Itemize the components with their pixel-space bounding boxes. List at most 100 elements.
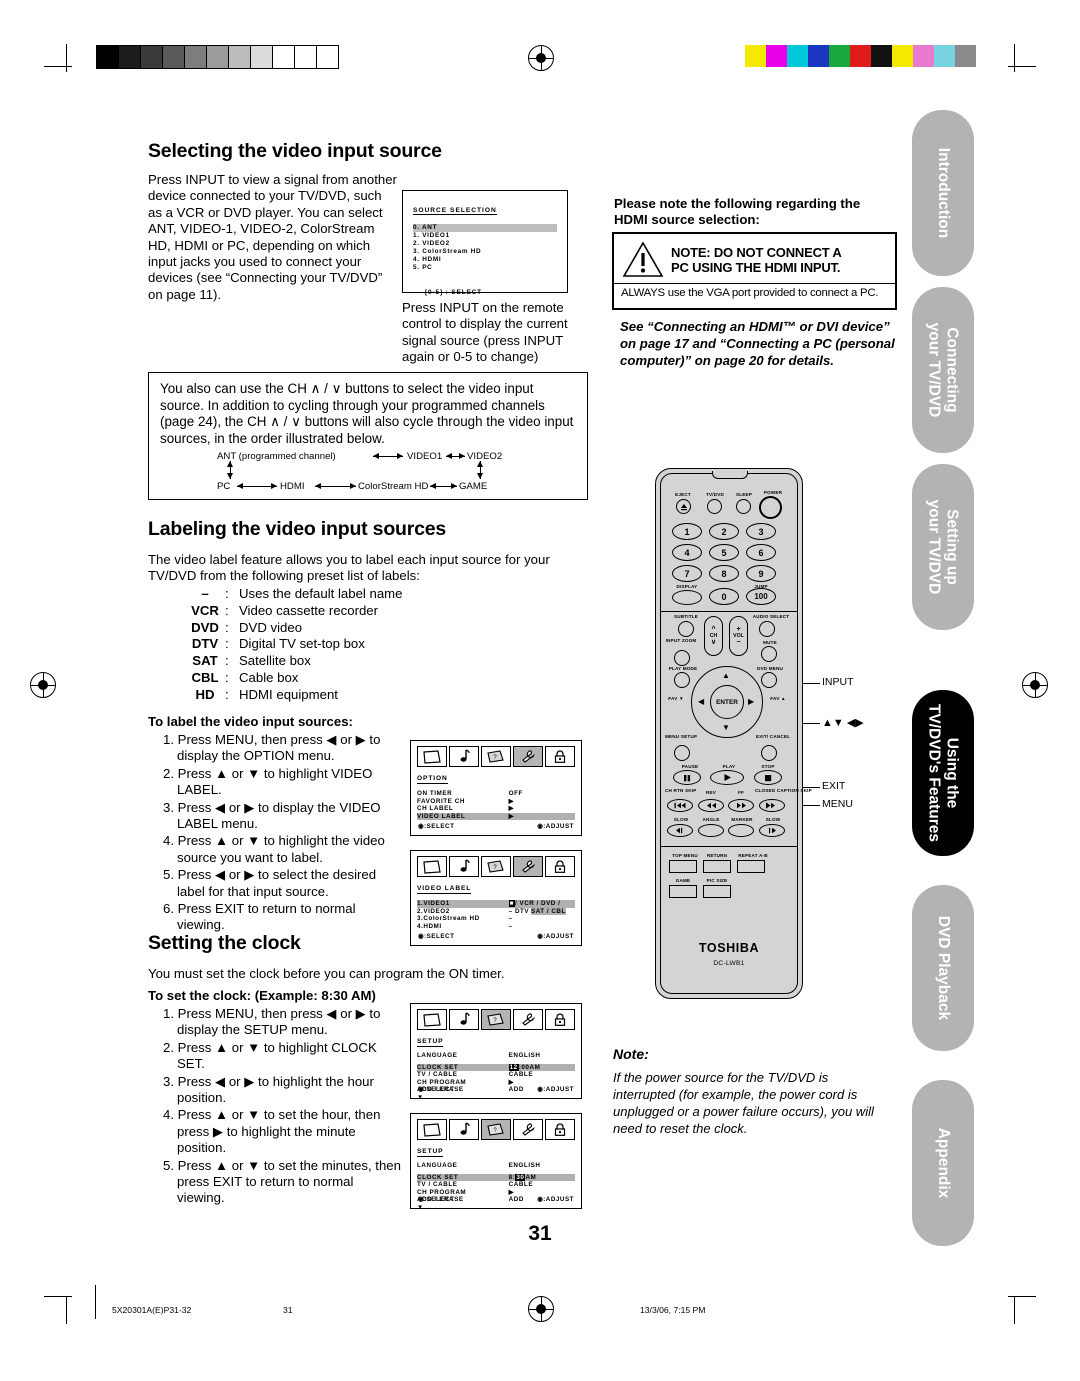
display-button[interactable] — [672, 590, 702, 605]
list-item: VCR : Video cassette recorder — [185, 603, 445, 620]
exit-cancel-button[interactable] — [761, 745, 777, 761]
osd-rows: ON TIMER OFF FAVORITE CH ▶ CH LABEL ▶ VI… — [417, 790, 575, 821]
digit-100-button[interactable]: 100 — [746, 588, 776, 605]
row-value: CABLE — [508, 1181, 534, 1189]
repeat-ab-label: REPEAT A-B — [738, 853, 768, 858]
lock-icon — [545, 1009, 575, 1030]
row-key: LANGUAGE — [417, 1162, 458, 1169]
dpad-up-icon[interactable]: ▲ — [722, 671, 730, 680]
power-button[interactable] — [759, 496, 782, 519]
pic-size-button[interactable] — [703, 885, 731, 898]
return-button[interactable] — [703, 860, 731, 873]
sidebar-item-introduction[interactable]: Introduction — [912, 110, 974, 276]
row-key: 1.VIDEO1 — [417, 900, 450, 907]
dpad-down-icon[interactable]: ▼ — [722, 723, 730, 732]
digit-3-button[interactable]: 3 — [746, 523, 776, 540]
page-number: 31 — [528, 1222, 552, 1245]
row-key: TV / CABLE — [417, 1181, 458, 1189]
sidebar-item-dvd-playback[interactable]: DVD Playback — [912, 885, 974, 1051]
volume-rocker[interactable]: + VOL − — [729, 616, 748, 656]
pause-button[interactable] — [673, 770, 701, 785]
dvd-menu-button[interactable] — [761, 672, 777, 688]
digit-2-button[interactable]: 2 — [709, 523, 739, 540]
registration-mark-top — [528, 45, 554, 71]
sidebar-item-using-features[interactable]: Using the TV/DVD's Features — [912, 690, 974, 856]
fast-forward-button[interactable] — [728, 799, 754, 812]
osd-footer-right: :ADJUST — [537, 1196, 574, 1203]
audio-icon — [449, 1119, 479, 1140]
rewind-button[interactable] — [698, 799, 724, 812]
sidebar-item-connecting[interactable]: Connecting your TV/DVD — [912, 287, 974, 453]
digit-8-button[interactable]: 8 — [709, 565, 739, 582]
game-button[interactable] — [669, 885, 697, 898]
row-key: 4.HDMI — [417, 922, 442, 930]
audio-select-button[interactable] — [759, 621, 775, 637]
slow-reverse-button[interactable] — [667, 824, 693, 837]
menu-setup-button[interactable] — [674, 745, 690, 761]
osd-more-indicator: ▼ — [417, 1093, 424, 1101]
skip-forward-button[interactable] — [759, 799, 785, 812]
clock-steps-list: 1. Press MENU, then press ◀ or ▶ to disp… — [163, 1006, 403, 1207]
mute-button[interactable] — [761, 646, 777, 662]
labeling-paragraph: The video label feature allows you to la… — [148, 552, 550, 584]
angle-button[interactable] — [698, 824, 724, 837]
list-item: 3. Press ◀ or ▶ to display the VIDEO LAB… — [163, 799, 381, 832]
brand-logo: TOSHIBA — [698, 941, 760, 955]
sidebar-item-setting-up[interactable]: Setting up your TV/DVD — [912, 464, 974, 630]
dpad-right-icon[interactable]: ▶ — [748, 697, 754, 706]
skip-back-button[interactable] — [667, 799, 693, 812]
top-menu-label: TOP MENU — [672, 853, 698, 858]
play-button[interactable] — [710, 770, 744, 785]
row-value: – — [508, 922, 513, 930]
remote-control-illustration: EJECT TV/DVD SLEEP POWER 1 2 3 4 5 6 7 8… — [655, 468, 812, 999]
input-cycle-diagram: ANT (programmed channel) VIDEO1 VIDEO2 P… — [149, 373, 589, 501]
list-item: 5. Press ◀ or ▶ to select the desired la… — [163, 867, 377, 899]
stop-button[interactable] — [754, 770, 782, 785]
digit-6-button[interactable]: 6 — [746, 544, 776, 561]
top-menu-button[interactable] — [669, 860, 697, 873]
input-zoom-button[interactable] — [674, 650, 690, 666]
digit-4-button[interactable]: 4 — [672, 544, 702, 561]
enter-button[interactable]: ENTER — [710, 685, 744, 719]
table-row: ON TIMER OFF — [417, 790, 575, 798]
intro-paragraph: Press INPUT to view a signal from anothe… — [148, 172, 397, 302]
osd-title: OPTION — [417, 775, 448, 784]
play-mode-button[interactable] — [674, 672, 690, 688]
digit-7-button[interactable]: 7 — [672, 565, 702, 582]
osd-footer-left: :SELECT — [418, 1086, 454, 1093]
manual-page: Selecting the video input source Press I… — [0, 0, 1080, 1381]
clock-note-title: Note: — [613, 1046, 649, 1062]
clock-steps-title: To set the clock: (Example: 8:30 AM) — [148, 988, 376, 1003]
ch-cycle-box: You also can use the CH ∧ / ∨ buttons to… — [148, 372, 588, 500]
tv-dvd-button[interactable] — [707, 499, 722, 514]
sleep-button[interactable] — [736, 499, 751, 514]
label-key: VCR — [191, 602, 219, 618]
channel-up-icon: ^ — [711, 626, 716, 633]
labeling-heading: Labeling the video input sources — [148, 518, 447, 540]
list-item: 1. Press MENU, then press ◀ or ▶ to disp… — [163, 732, 381, 764]
registration-mark-right — [1022, 672, 1048, 698]
slow-forward-button[interactable] — [759, 824, 785, 837]
list-item: – : Uses the default label name — [185, 586, 445, 603]
row-key: CLOCK SET — [417, 1173, 459, 1181]
channel-rocker[interactable]: ^ CH ∨ — [704, 616, 723, 656]
channel-down-icon: ∨ — [710, 639, 717, 646]
dpad-left-icon[interactable]: ◀ — [698, 697, 704, 706]
repeat-ab-button[interactable] — [737, 860, 765, 873]
sidebar-item-label: Setting up your TV/DVD — [926, 499, 961, 595]
label-key: DVD — [191, 619, 219, 635]
table-row: TV / CABLE CABLE — [417, 1071, 575, 1079]
menu-setup-label: MENU SETUP — [665, 734, 698, 739]
digit-5-button[interactable]: 5 — [709, 544, 739, 561]
digit-9-button[interactable]: 9 — [746, 565, 776, 582]
label-steps-list: 1. Press MENU, then press ◀ or ▶ to disp… — [163, 732, 403, 934]
row-key: VIDEO LABEL — [417, 812, 466, 820]
row-value: 8:30AM — [508, 1173, 537, 1181]
digit-1-button[interactable]: 1 — [672, 523, 702, 540]
digit-0-button[interactable]: 0 — [709, 588, 739, 605]
marker-button[interactable] — [728, 824, 754, 837]
eject-button[interactable] — [676, 499, 691, 514]
subtitle-button[interactable] — [678, 621, 694, 637]
option-icon — [513, 746, 543, 767]
cycle-node-pc: PC — [217, 481, 231, 492]
